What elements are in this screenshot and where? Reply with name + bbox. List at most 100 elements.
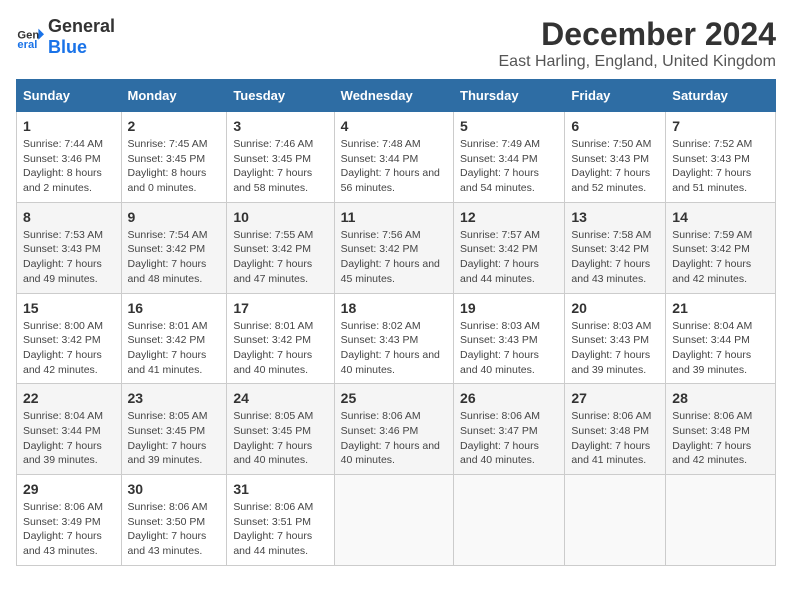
day-info: Sunrise: 7:52 AM Sunset: 3:43 PM Dayligh… bbox=[672, 137, 769, 196]
day-info: Sunrise: 8:01 AM Sunset: 3:42 PM Dayligh… bbox=[128, 319, 221, 378]
daylight: Daylight: 7 hours and 56 minutes. bbox=[341, 167, 440, 194]
day-cell bbox=[334, 475, 453, 566]
calendar-body: 1 Sunrise: 7:44 AM Sunset: 3:46 PM Dayli… bbox=[17, 112, 776, 566]
day-cell: 21 Sunrise: 8:04 AM Sunset: 3:44 PM Dayl… bbox=[666, 293, 776, 384]
day-info: Sunrise: 8:05 AM Sunset: 3:45 PM Dayligh… bbox=[128, 409, 221, 468]
title-area: December 2024 East Harling, England, Uni… bbox=[499, 16, 777, 71]
day-cell: 8 Sunrise: 7:53 AM Sunset: 3:43 PM Dayli… bbox=[17, 202, 122, 293]
day-number: 12 bbox=[460, 209, 558, 225]
sunset: Sunset: 3:49 PM bbox=[23, 516, 101, 528]
sunrise: Sunrise: 8:06 AM bbox=[233, 501, 313, 513]
daylight: Daylight: 8 hours and 2 minutes. bbox=[23, 167, 102, 194]
daylight: Daylight: 7 hours and 52 minutes. bbox=[571, 167, 650, 194]
daylight: Daylight: 7 hours and 41 minutes. bbox=[128, 349, 207, 376]
day-info: Sunrise: 7:59 AM Sunset: 3:42 PM Dayligh… bbox=[672, 228, 769, 287]
day-cell: 10 Sunrise: 7:55 AM Sunset: 3:42 PM Dayl… bbox=[227, 202, 334, 293]
day-number: 24 bbox=[233, 390, 327, 406]
daylight: Daylight: 7 hours and 40 minutes. bbox=[233, 440, 312, 467]
sunrise: Sunrise: 7:45 AM bbox=[128, 138, 208, 150]
day-number: 25 bbox=[341, 390, 447, 406]
sunset: Sunset: 3:42 PM bbox=[23, 334, 101, 346]
daylight: Daylight: 7 hours and 44 minutes. bbox=[233, 530, 312, 557]
daylight: Daylight: 7 hours and 40 minutes. bbox=[460, 349, 539, 376]
sunset: Sunset: 3:42 PM bbox=[233, 334, 311, 346]
day-number: 30 bbox=[128, 481, 221, 497]
sunrise: Sunrise: 8:06 AM bbox=[672, 410, 752, 422]
day-info: Sunrise: 8:01 AM Sunset: 3:42 PM Dayligh… bbox=[233, 319, 327, 378]
svg-text:eral: eral bbox=[17, 39, 37, 51]
sunrise: Sunrise: 8:06 AM bbox=[460, 410, 540, 422]
day-cell: 3 Sunrise: 7:46 AM Sunset: 3:45 PM Dayli… bbox=[227, 112, 334, 203]
sunrise: Sunrise: 8:01 AM bbox=[233, 320, 313, 332]
day-info: Sunrise: 7:46 AM Sunset: 3:45 PM Dayligh… bbox=[233, 137, 327, 196]
daylight: Daylight: 7 hours and 54 minutes. bbox=[460, 167, 539, 194]
daylight: Daylight: 7 hours and 41 minutes. bbox=[571, 440, 650, 467]
day-cell: 12 Sunrise: 7:57 AM Sunset: 3:42 PM Dayl… bbox=[454, 202, 565, 293]
day-info: Sunrise: 7:45 AM Sunset: 3:45 PM Dayligh… bbox=[128, 137, 221, 196]
sunrise: Sunrise: 7:53 AM bbox=[23, 229, 103, 241]
sunset: Sunset: 3:46 PM bbox=[341, 425, 419, 437]
day-number: 27 bbox=[571, 390, 659, 406]
sunset: Sunset: 3:44 PM bbox=[460, 153, 538, 165]
week-row-1: 1 Sunrise: 7:44 AM Sunset: 3:46 PM Dayli… bbox=[17, 112, 776, 203]
sunset: Sunset: 3:51 PM bbox=[233, 516, 311, 528]
day-number: 3 bbox=[233, 118, 327, 134]
day-number: 7 bbox=[672, 118, 769, 134]
daylight: Daylight: 7 hours and 58 minutes. bbox=[233, 167, 312, 194]
day-info: Sunrise: 8:03 AM Sunset: 3:43 PM Dayligh… bbox=[460, 319, 558, 378]
day-number: 14 bbox=[672, 209, 769, 225]
sunrise: Sunrise: 8:06 AM bbox=[341, 410, 421, 422]
day-info: Sunrise: 8:06 AM Sunset: 3:48 PM Dayligh… bbox=[571, 409, 659, 468]
sunrise: Sunrise: 7:57 AM bbox=[460, 229, 540, 241]
sunrise: Sunrise: 8:06 AM bbox=[128, 501, 208, 513]
day-info: Sunrise: 8:06 AM Sunset: 3:48 PM Dayligh… bbox=[672, 409, 769, 468]
sunrise: Sunrise: 8:04 AM bbox=[672, 320, 752, 332]
header-cell-wednesday: Wednesday bbox=[334, 80, 453, 112]
daylight: Daylight: 7 hours and 48 minutes. bbox=[128, 258, 207, 285]
sunset: Sunset: 3:45 PM bbox=[128, 153, 206, 165]
sunset: Sunset: 3:42 PM bbox=[128, 243, 206, 255]
day-info: Sunrise: 8:03 AM Sunset: 3:43 PM Dayligh… bbox=[571, 319, 659, 378]
calendar-table: SundayMondayTuesdayWednesdayThursdayFrid… bbox=[16, 79, 776, 566]
sunrise: Sunrise: 8:00 AM bbox=[23, 320, 103, 332]
logo-icon: Gen eral bbox=[16, 23, 44, 51]
main-title: December 2024 bbox=[499, 16, 777, 53]
day-cell bbox=[454, 475, 565, 566]
day-cell: 31 Sunrise: 8:06 AM Sunset: 3:51 PM Dayl… bbox=[227, 475, 334, 566]
day-info: Sunrise: 8:06 AM Sunset: 3:49 PM Dayligh… bbox=[23, 500, 115, 559]
sunset: Sunset: 3:42 PM bbox=[672, 243, 750, 255]
daylight: Daylight: 7 hours and 42 minutes. bbox=[23, 349, 102, 376]
sunrise: Sunrise: 8:06 AM bbox=[571, 410, 651, 422]
daylight: Daylight: 7 hours and 47 minutes. bbox=[233, 258, 312, 285]
daylight: Daylight: 7 hours and 40 minutes. bbox=[233, 349, 312, 376]
day-number: 6 bbox=[571, 118, 659, 134]
day-number: 1 bbox=[23, 118, 115, 134]
day-number: 16 bbox=[128, 300, 221, 316]
sunset: Sunset: 3:43 PM bbox=[23, 243, 101, 255]
day-info: Sunrise: 8:04 AM Sunset: 3:44 PM Dayligh… bbox=[23, 409, 115, 468]
sunset: Sunset: 3:42 PM bbox=[128, 334, 206, 346]
day-number: 20 bbox=[571, 300, 659, 316]
day-info: Sunrise: 7:48 AM Sunset: 3:44 PM Dayligh… bbox=[341, 137, 447, 196]
day-info: Sunrise: 7:56 AM Sunset: 3:42 PM Dayligh… bbox=[341, 228, 447, 287]
sunset: Sunset: 3:44 PM bbox=[341, 153, 419, 165]
sunset: Sunset: 3:48 PM bbox=[571, 425, 649, 437]
day-cell: 26 Sunrise: 8:06 AM Sunset: 3:47 PM Dayl… bbox=[454, 384, 565, 475]
header-cell-thursday: Thursday bbox=[454, 80, 565, 112]
day-number: 4 bbox=[341, 118, 447, 134]
day-number: 5 bbox=[460, 118, 558, 134]
day-number: 8 bbox=[23, 209, 115, 225]
sunset: Sunset: 3:44 PM bbox=[672, 334, 750, 346]
sunrise: Sunrise: 7:56 AM bbox=[341, 229, 421, 241]
daylight: Daylight: 7 hours and 43 minutes. bbox=[23, 530, 102, 557]
sunset: Sunset: 3:50 PM bbox=[128, 516, 206, 528]
day-info: Sunrise: 7:49 AM Sunset: 3:44 PM Dayligh… bbox=[460, 137, 558, 196]
daylight: Daylight: 7 hours and 39 minutes. bbox=[23, 440, 102, 467]
day-cell: 19 Sunrise: 8:03 AM Sunset: 3:43 PM Dayl… bbox=[454, 293, 565, 384]
sunset: Sunset: 3:44 PM bbox=[23, 425, 101, 437]
sunset: Sunset: 3:45 PM bbox=[128, 425, 206, 437]
sunrise: Sunrise: 7:46 AM bbox=[233, 138, 313, 150]
day-cell: 5 Sunrise: 7:49 AM Sunset: 3:44 PM Dayli… bbox=[454, 112, 565, 203]
sunrise: Sunrise: 7:52 AM bbox=[672, 138, 752, 150]
sunrise: Sunrise: 8:04 AM bbox=[23, 410, 103, 422]
